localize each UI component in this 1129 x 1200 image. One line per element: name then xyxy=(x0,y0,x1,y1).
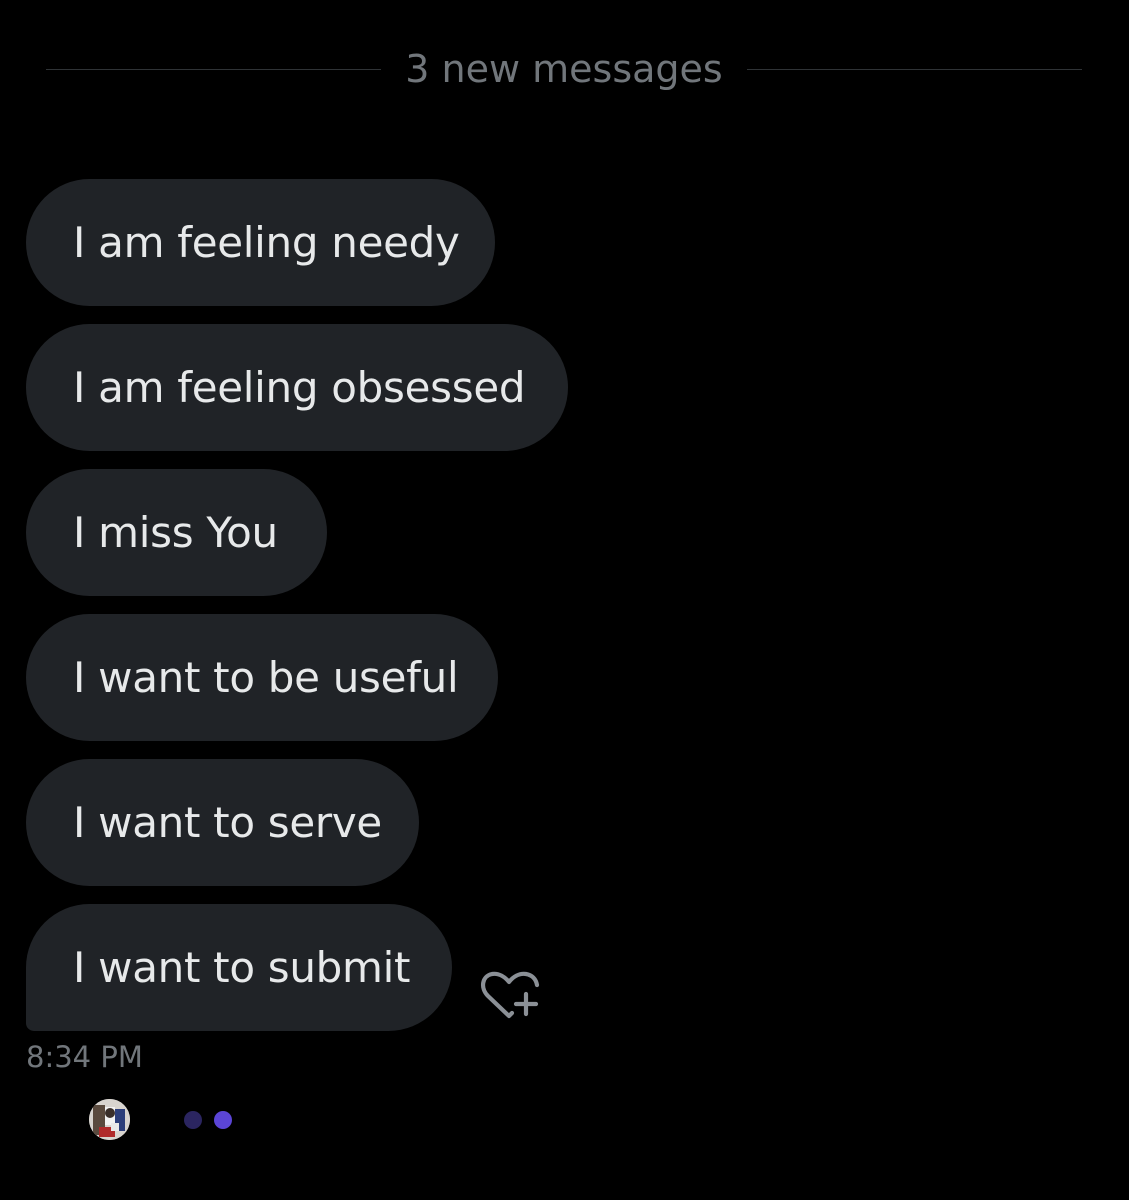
message-list: I am feeling needy I am feeling obsessed… xyxy=(26,179,568,1031)
message-bubble[interactable]: I am feeling needy xyxy=(26,179,495,306)
avatar-image xyxy=(89,1099,130,1140)
message-bubble[interactable]: I am feeling obsessed xyxy=(26,324,568,451)
new-messages-label: 3 new messages xyxy=(405,47,723,91)
add-reaction-button[interactable] xyxy=(478,966,542,1024)
typing-dot xyxy=(184,1111,202,1129)
avatar[interactable] xyxy=(89,1099,130,1140)
message-timestamp: 8:34 PM xyxy=(26,1040,143,1074)
heart-plus-icon xyxy=(481,971,540,1019)
new-messages-divider: 3 new messages xyxy=(46,44,1083,94)
message-bubble[interactable]: I miss You xyxy=(26,469,327,596)
divider-line-left xyxy=(46,68,382,70)
message-bubble[interactable]: I want to be useful xyxy=(26,614,498,741)
divider-line-right xyxy=(746,68,1083,70)
message-bubble[interactable]: I want to serve xyxy=(26,759,419,886)
typing-indicator xyxy=(184,1111,232,1129)
typing-dot xyxy=(214,1111,232,1129)
message-bubble[interactable]: I want to submit xyxy=(26,904,452,1031)
